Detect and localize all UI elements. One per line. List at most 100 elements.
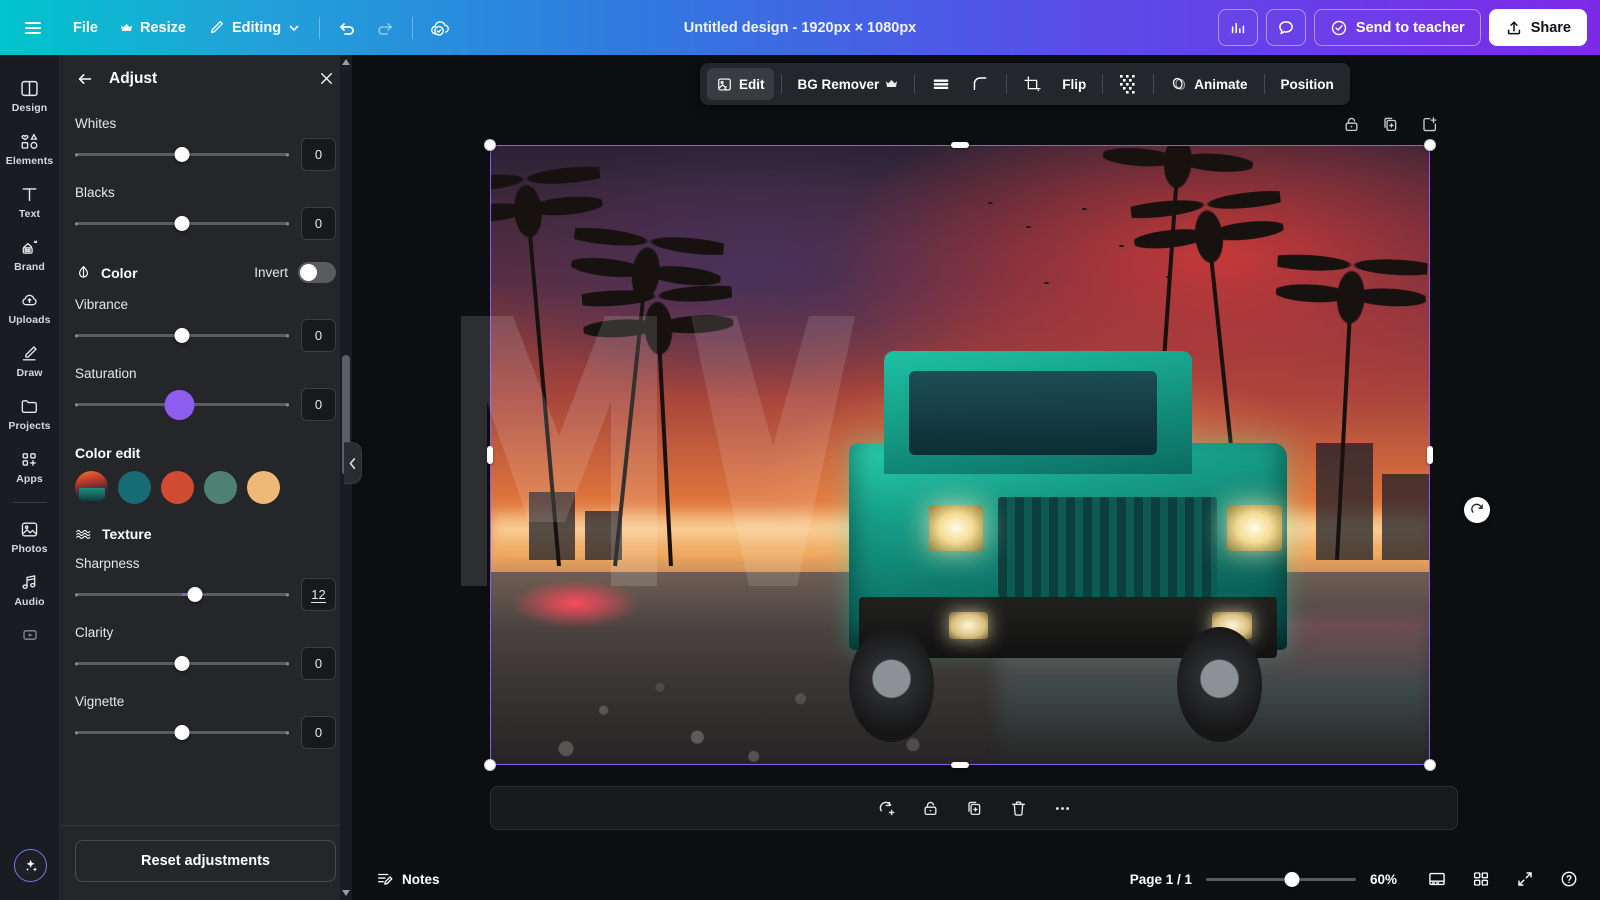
vibrance-slider-track[interactable] [75, 325, 289, 347]
resize-button[interactable]: Resize [109, 11, 197, 45]
editing-mode-button[interactable]: Editing [197, 11, 311, 45]
crown-icon [885, 79, 898, 89]
resize-label: Resize [139, 19, 186, 36]
resize-handle-bottom-left[interactable] [484, 759, 496, 771]
resize-handle-top[interactable] [951, 142, 969, 148]
add-page-icon[interactable] [1420, 115, 1439, 134]
resize-handle-right[interactable] [1427, 446, 1433, 464]
rotate-handle-icon[interactable] [1464, 497, 1490, 523]
duplicate-icon[interactable] [957, 791, 991, 825]
whites-slider-knob[interactable] [174, 147, 190, 162]
close-x-icon[interactable] [317, 69, 336, 88]
undo-icon[interactable] [328, 11, 366, 45]
pencil-icon [208, 19, 225, 36]
caret-down-icon[interactable] [340, 886, 352, 900]
redo-icon[interactable] [366, 11, 404, 45]
magic-sparkle-icon[interactable] [14, 849, 47, 882]
edit-image-button[interactable]: Edit [707, 68, 774, 100]
reset-adjustments-button[interactable]: Reset adjustments [75, 840, 336, 882]
zoom-slider[interactable] [1206, 870, 1356, 888]
blacks-value-input[interactable]: 0 [301, 207, 336, 240]
sharpness-slider-knob[interactable] [187, 587, 203, 602]
video-play-icon[interactable] [15, 620, 45, 650]
whites-slider-track[interactable] [75, 144, 289, 166]
page-view-icon[interactable] [1422, 864, 1452, 894]
duplicate-icon[interactable] [1381, 115, 1400, 134]
sidebar-item-projects[interactable]: Projects [2, 389, 57, 437]
vibrance-slider-knob[interactable] [174, 328, 190, 343]
vignette-slider-track[interactable] [75, 722, 289, 744]
sidebar-item-apps[interactable]: Apps [2, 442, 57, 490]
color-swatch-1[interactable] [118, 471, 151, 504]
zoom-slider-knob[interactable] [1284, 871, 1299, 887]
adjust-panel: Adjust Whites 0 Blacks 0 Color Invert Vi… [59, 55, 352, 900]
expand-fullscreen-icon[interactable] [1510, 864, 1540, 894]
whites-value-input[interactable]: 0 [301, 138, 336, 171]
resize-handle-top-left[interactable] [484, 139, 496, 151]
dither-button[interactable] [1110, 68, 1146, 100]
vibrance-value-input[interactable]: 0 [301, 319, 336, 352]
comment-button[interactable] [1265, 9, 1306, 46]
panel-collapse-handle[interactable] [344, 442, 362, 484]
flip-button[interactable]: Flip [1053, 68, 1095, 100]
selected-image-element[interactable] [461, 145, 1430, 765]
sidebar-item-draw[interactable]: Draw [2, 336, 57, 384]
grid-view-icon[interactable] [1466, 864, 1496, 894]
hamburger-icon[interactable] [14, 11, 52, 45]
clarity-slider-track[interactable] [75, 653, 289, 675]
notes-button[interactable]: Notes [368, 863, 448, 895]
resize-handle-bottom[interactable] [951, 762, 969, 768]
more-options-icon[interactable] [1045, 791, 1079, 825]
color-swatch-3[interactable] [204, 471, 237, 504]
resize-handle-left[interactable] [487, 446, 493, 464]
transparency-button[interactable] [922, 68, 960, 100]
stats-button[interactable] [1217, 9, 1258, 46]
clarity-slider-knob[interactable] [174, 656, 190, 671]
sidebar-item-label: Text [18, 208, 41, 220]
position-button[interactable]: Position [1272, 68, 1343, 100]
sidebar-item-label: Uploads [8, 314, 51, 326]
crop-button[interactable] [1014, 68, 1051, 100]
sidebar-item-brand[interactable]: Brand [2, 230, 57, 278]
resize-handle-bottom-right[interactable] [1424, 759, 1436, 771]
vignette-slider-knob[interactable] [174, 725, 190, 740]
help-question-icon[interactable] [1554, 864, 1584, 894]
sidebar-item-elements[interactable]: Elements [2, 124, 57, 172]
sidebar-item-photos[interactable]: Photos [2, 512, 57, 560]
file-menu-button[interactable]: File [62, 11, 109, 45]
bg-remover-button[interactable]: BG Remover [789, 68, 908, 100]
cloud-check-icon[interactable] [421, 11, 459, 45]
clarity-value-input[interactable]: 0 [301, 647, 336, 680]
lock-icon[interactable] [1342, 115, 1361, 134]
saturation-slider-knob[interactable] [172, 397, 188, 412]
resize-handle-top-right[interactable] [1424, 139, 1436, 151]
blacks-slider-knob[interactable] [174, 216, 190, 231]
caret-up-icon[interactable] [340, 55, 352, 69]
share-label: Share [1530, 19, 1571, 36]
corner-radius-button[interactable] [962, 68, 999, 100]
sidebar-item-audio[interactable]: Audio [2, 565, 57, 613]
color-swatch-thumbnail[interactable] [75, 471, 108, 504]
saturation-value-input[interactable]: 0 [301, 388, 336, 421]
vignette-value-input[interactable]: 0 [301, 716, 336, 749]
bottom-right-controls: Page 1 / 1 60% [1130, 864, 1600, 894]
blacks-slider-track[interactable] [75, 213, 289, 235]
arrow-left-icon[interactable] [75, 69, 95, 89]
color-swatch-2[interactable] [161, 471, 194, 504]
saturation-slider-track[interactable] [75, 394, 289, 416]
sidebar-item-text[interactable]: Text [2, 177, 57, 225]
trash-icon[interactable] [1001, 791, 1035, 825]
animate-button[interactable]: Animate [1161, 68, 1256, 100]
color-swatch-4[interactable] [247, 471, 280, 504]
canvas-stage[interactable]: Edit BG Remover Flip Animate Position [352, 55, 1600, 900]
sidebar-item-uploads[interactable]: Uploads [2, 283, 57, 331]
lock-icon[interactable] [913, 791, 947, 825]
sharpness-slider-track[interactable] [75, 584, 289, 606]
share-button[interactable]: Share [1488, 9, 1587, 46]
sidebar-item-design[interactable]: Design [2, 71, 57, 119]
send-to-teacher-button[interactable]: Send to teacher [1313, 9, 1481, 46]
invert-toggle[interactable] [298, 262, 336, 283]
sidebar-item-label: Audio [14, 596, 45, 608]
animate-add-icon[interactable] [869, 791, 903, 825]
sharpness-value-input[interactable]: 12 [301, 578, 336, 611]
